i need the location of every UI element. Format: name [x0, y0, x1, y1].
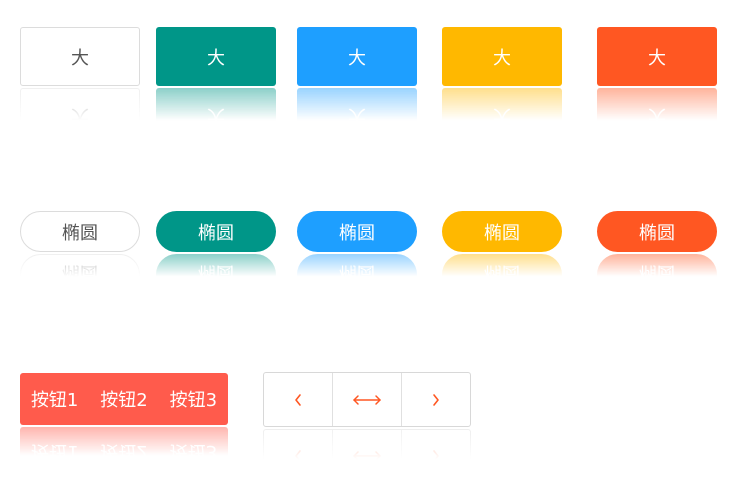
rect-button-gold[interactable]: 大	[442, 27, 562, 86]
group-button-2[interactable]: 按钮2	[100, 386, 147, 412]
chevron-right-icon	[433, 393, 439, 406]
next-button[interactable]	[401, 373, 470, 426]
round-button-orange[interactable]: 椭圆	[597, 211, 717, 252]
round-button-blue[interactable]: 椭圆	[297, 211, 417, 252]
rect-button-plain[interactable]: 大	[20, 27, 140, 86]
round-button-gold[interactable]: 椭圆	[442, 211, 562, 252]
icon-button-group	[263, 372, 471, 427]
prev-button[interactable]	[264, 373, 332, 426]
rect-button-teal[interactable]: 大	[156, 27, 276, 86]
rect-button-blue[interactable]: 大	[297, 27, 417, 86]
round-button-teal[interactable]: 椭圆	[156, 211, 276, 252]
round-button-plain[interactable]: 椭圆	[20, 211, 140, 252]
group-button-1[interactable]: 按钮1	[31, 386, 78, 412]
chevron-left-icon	[295, 393, 301, 406]
button-group: 按钮1 按钮2 按钮3	[20, 373, 228, 425]
rect-button-orange[interactable]: 大	[597, 27, 717, 86]
left-right-arrow-icon	[353, 394, 381, 405]
group-button-3[interactable]: 按钮3	[170, 386, 217, 412]
expand-button[interactable]	[332, 373, 401, 426]
